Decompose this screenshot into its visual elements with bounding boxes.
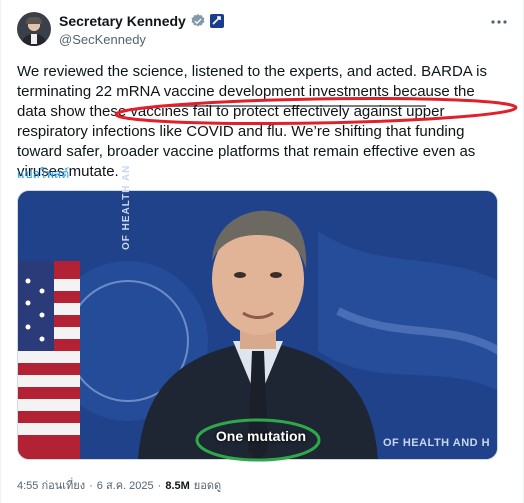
backdrop-vertical-text: OF HEALTH AN xyxy=(121,164,132,250)
strikethrough-mark xyxy=(166,105,426,107)
author-display-name[interactable]: Secretary Kennedy xyxy=(59,13,186,29)
avatar[interactable] xyxy=(17,12,51,46)
views-label: ยอดดู xyxy=(193,480,222,492)
tweet-card: Secretary Kennedy @SecKennedy We reviewe… xyxy=(0,0,524,503)
more-options-icon[interactable] xyxy=(489,12,509,32)
video-frame xyxy=(18,191,497,459)
post-date[interactable]: 6 ส.ค. 2025 xyxy=(97,476,154,494)
author-handle[interactable]: @SecKennedy xyxy=(59,32,146,47)
video-subtitle: One mutation xyxy=(215,428,307,444)
tweet-text: We reviewed the science, listened to the… xyxy=(17,63,487,180)
tweet-meta: 4:55 ก่อนเที่ยง · 6 ส.ค. 2025 · 8.5M ยอด… xyxy=(17,476,221,494)
post-time[interactable]: 4:55 ก่อนเที่ยง xyxy=(17,476,85,494)
government-badge-icon xyxy=(209,14,224,28)
verified-check-icon xyxy=(191,14,205,27)
video-media[interactable] xyxy=(17,190,498,460)
meta-separator-2: · xyxy=(157,480,162,492)
views-count: 8.5M xyxy=(165,480,190,492)
us-flag xyxy=(18,261,80,459)
translate-post-link[interactable]: แปลโพสต์ xyxy=(17,165,69,184)
meta-separator: · xyxy=(89,480,93,492)
tweet-header: Secretary Kennedy @SecKennedy xyxy=(17,10,509,50)
backdrop-text: OF HEALTH AND H xyxy=(383,437,491,449)
author-name-row: Secretary Kennedy xyxy=(59,13,224,29)
